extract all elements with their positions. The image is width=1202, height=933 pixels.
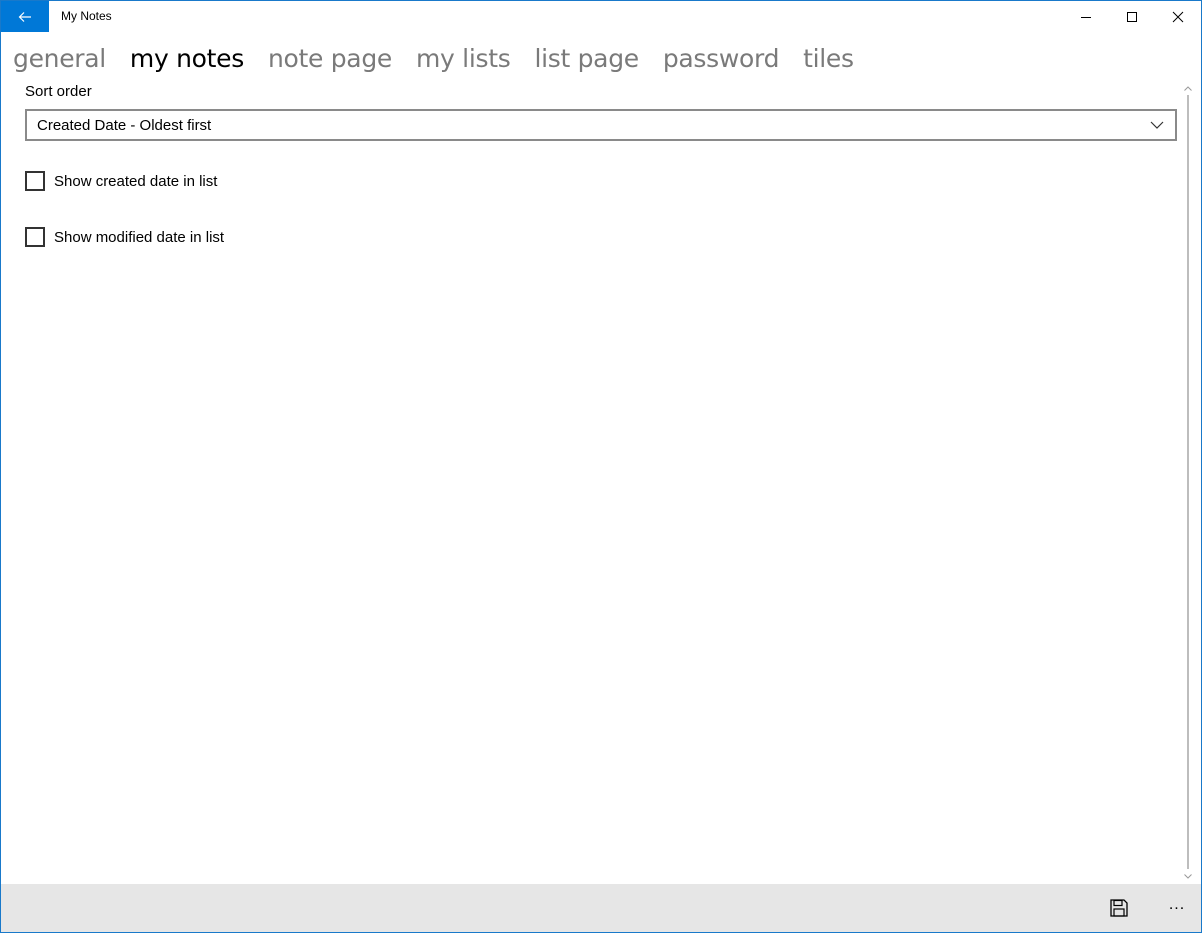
back-button[interactable] — [1, 1, 49, 32]
more-options-button[interactable]: ... — [1153, 884, 1201, 932]
maximize-button[interactable] — [1109, 1, 1155, 32]
scroll-track[interactable] — [1187, 95, 1189, 869]
tab-list-page[interactable]: list page — [534, 39, 639, 79]
back-arrow-icon — [18, 11, 31, 22]
tab-tiles[interactable]: tiles — [803, 39, 854, 79]
tab-note-page[interactable]: note page — [268, 39, 392, 79]
show-created-date-label: Show created date in list — [54, 172, 218, 190]
save-icon — [1110, 899, 1128, 917]
title-bar: My Notes — [1, 1, 1201, 32]
show-modified-date-checkbox-row[interactable]: Show modified date in list — [25, 226, 224, 248]
app-title: My Notes — [61, 9, 112, 23]
show-modified-date-checkbox[interactable] — [25, 227, 45, 247]
scroll-down-icon[interactable] — [1183, 871, 1193, 881]
minimize-icon — [1081, 16, 1091, 18]
vertical-scrollbar[interactable] — [1181, 81, 1195, 883]
tab-my-lists[interactable]: my lists — [416, 39, 511, 79]
maximize-icon — [1127, 11, 1137, 22]
sort-order-combobox[interactable]: Created Date - Oldest first — [25, 109, 1177, 141]
save-button[interactable] — [1095, 884, 1143, 932]
tab-my-notes[interactable]: my notes — [130, 39, 244, 79]
sort-order-label: Sort order — [25, 83, 92, 100]
show-modified-date-label: Show modified date in list — [54, 228, 225, 246]
show-created-date-checkbox-row[interactable]: Show created date in list — [25, 170, 217, 192]
app-window: My Notes general my notes note page my l… — [0, 0, 1202, 933]
tab-general[interactable]: general — [13, 39, 106, 79]
more-dots-icon: ... — [1168, 896, 1186, 913]
sort-order-value: Created Date - Oldest first — [37, 116, 212, 134]
command-bar: ... — [1, 884, 1201, 932]
tab-password[interactable]: password — [663, 39, 780, 79]
minimize-button[interactable] — [1063, 1, 1109, 32]
close-button[interactable] — [1155, 1, 1201, 32]
settings-pivot: general my notes note page my lists list… — [13, 39, 878, 79]
my-notes-settings: Sort order Created Date - Oldest first S… — [25, 81, 1177, 881]
close-icon — [1172, 11, 1184, 22]
chevron-down-icon — [1143, 111, 1171, 139]
scroll-up-icon[interactable] — [1183, 83, 1193, 93]
show-created-date-checkbox[interactable] — [25, 171, 45, 191]
